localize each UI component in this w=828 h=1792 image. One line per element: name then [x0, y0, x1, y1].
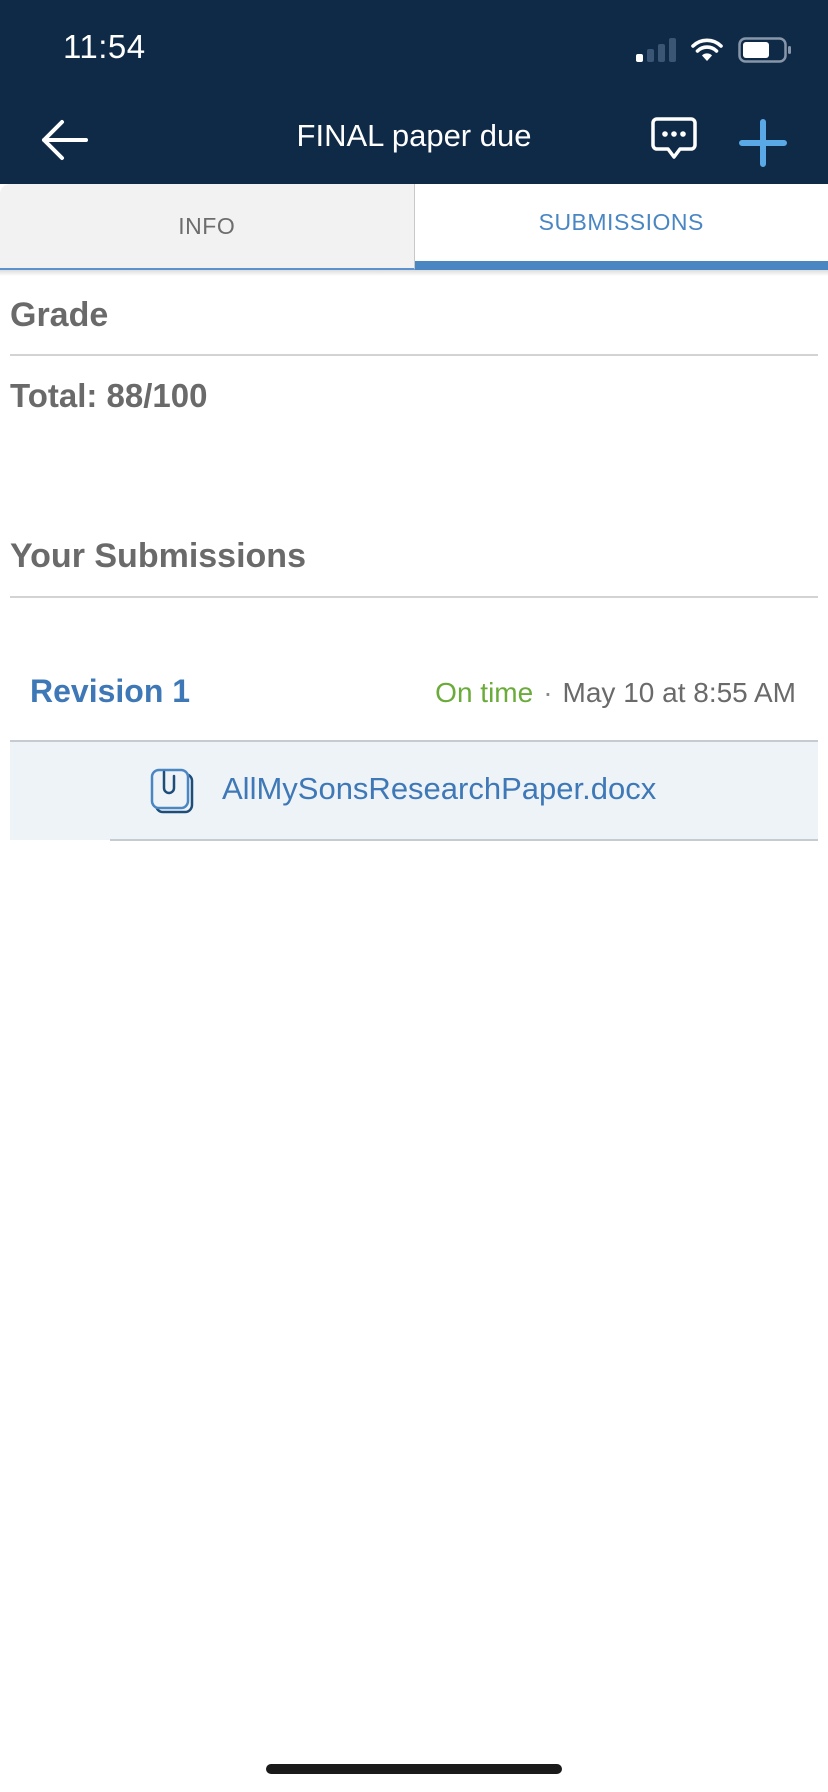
chat-bubble-icon[interactable]	[650, 114, 698, 162]
paperclip-document-icon	[150, 768, 194, 814]
grade-total: Total: 88/100	[10, 377, 208, 414]
attachment-filename: AllMySonsResearchPaper.docx	[222, 771, 657, 806]
revision-meta: On time · May 10 at 8:55 AM	[435, 677, 796, 709]
revision-row[interactable]: Revision 1 On time · May 10 at 8:55 AM	[10, 660, 818, 740]
home-indicator[interactable]	[266, 1764, 562, 1774]
on-time-status: On time	[435, 677, 534, 708]
tab-submissions[interactable]: SUBMISSIONS	[414, 184, 828, 270]
submissions-divider	[10, 596, 818, 598]
tab-shadow	[0, 270, 828, 276]
battery-icon	[738, 37, 791, 63]
page-title: FINAL paper due	[296, 118, 532, 153]
back-arrow-icon[interactable]	[38, 118, 90, 162]
submissions-heading: Your Submissions	[10, 537, 306, 575]
status-icons	[636, 34, 792, 66]
plus-icon[interactable]	[738, 118, 788, 168]
submission-date: May 10 at 8:55 AM	[562, 677, 796, 708]
app-header: 11:54 FINAL paper due	[0, 0, 828, 184]
grade-divider	[10, 354, 818, 356]
status-time: 11:54	[63, 28, 146, 65]
cellular-signal-icon	[636, 38, 676, 62]
file-divider-bottom	[110, 839, 818, 841]
tab-bar: INFO SUBMISSIONS	[0, 184, 828, 270]
attachment-row[interactable]: AllMySonsResearchPaper.docx	[10, 742, 818, 840]
tab-info[interactable]: INFO	[0, 184, 415, 270]
grade-heading: Grade	[10, 296, 109, 334]
meta-separator: ·	[543, 677, 553, 708]
revision-title: Revision 1	[30, 673, 191, 709]
wifi-icon	[691, 38, 723, 61]
